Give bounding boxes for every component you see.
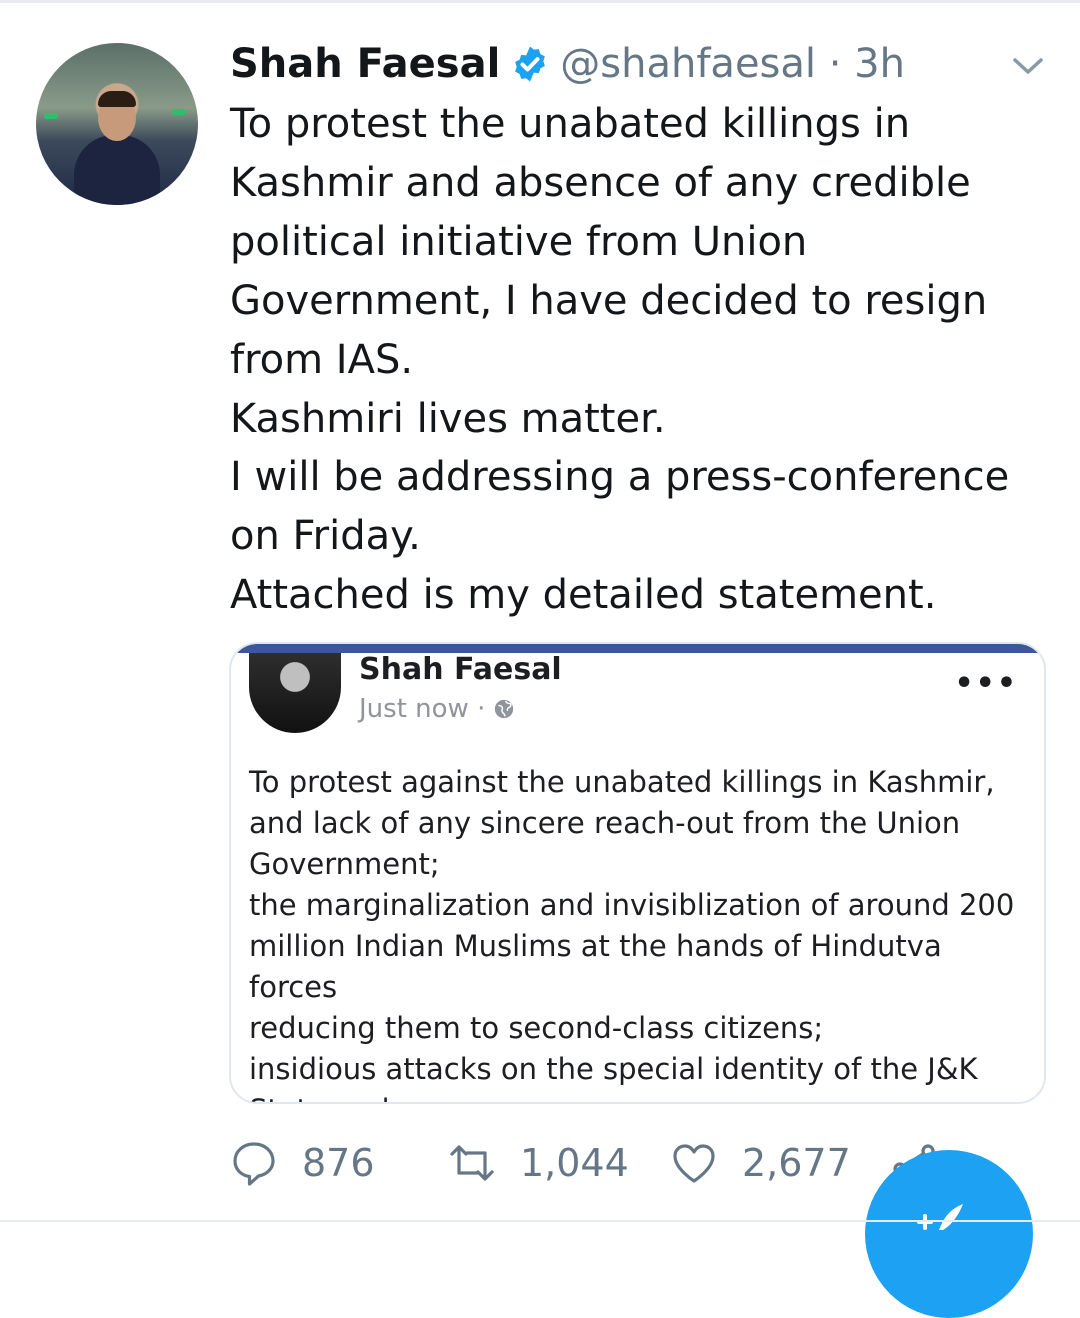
verified-badge-icon (515, 46, 546, 82)
attachment-statement-text: To protest against the unabated killings… (249, 765, 1015, 1102)
tweet-header: Shah Faesal @shahfaesal · 3h (230, 38, 905, 90)
attachment-meta: Just now · (359, 694, 515, 724)
profile-avatar[interactable] (36, 43, 198, 205)
attachment-author-name: Shah Faesal (359, 652, 562, 687)
author-name[interactable]: Shah Faesal (230, 41, 500, 87)
avatar-background-detail (172, 109, 186, 115)
compose-tweet-icon (917, 1204, 963, 1230)
reply-count: 876 (302, 1141, 375, 1185)
more-options-icon: ••• (954, 666, 1018, 701)
handle-and-time[interactable]: @shahfaesal · 3h (560, 41, 905, 87)
attachment-avatar (249, 653, 341, 733)
like-icon (673, 1144, 715, 1183)
attached-image-card[interactable]: Shah Faesal Just now · ••• To protest ag… (229, 642, 1046, 1104)
retweet-button[interactable]: 1,044 (448, 1135, 629, 1191)
globe-icon (495, 699, 514, 719)
like-button[interactable]: 2,677 (670, 1135, 851, 1191)
top-divider (0, 0, 1080, 3)
retweet-count: 1,044 (520, 1141, 629, 1185)
reply-icon (233, 1142, 275, 1186)
attachment-timestamp: Just now · (359, 694, 486, 724)
like-count: 2,677 (742, 1141, 851, 1185)
avatar-figure (74, 135, 160, 205)
chevron-down-icon[interactable] (1010, 54, 1046, 78)
avatar-background-detail (44, 113, 58, 119)
reply-button[interactable]: 876 (230, 1135, 375, 1191)
retweet-icon (450, 1145, 494, 1181)
facebook-header-bar (231, 644, 1044, 653)
tweet-text: To protest the unabated killings in Kash… (230, 101, 1010, 619)
compose-tweet-button[interactable] (865, 1150, 1033, 1318)
avatar-hair (98, 91, 136, 107)
